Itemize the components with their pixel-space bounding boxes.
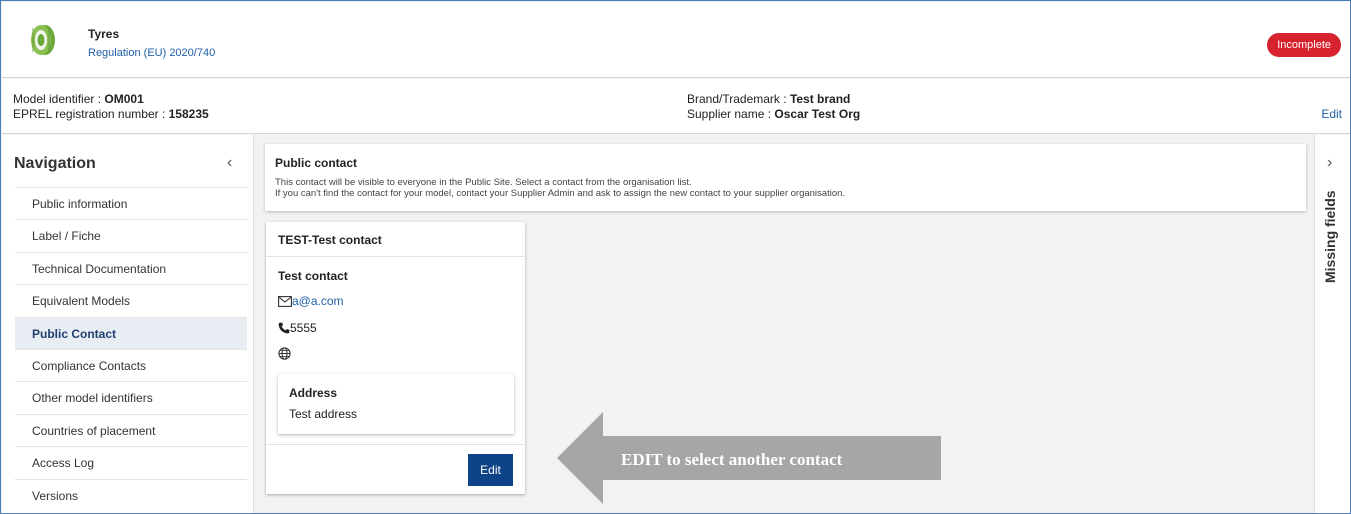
nav-item-equivalent-models[interactable]: Equivalent Models — [15, 284, 247, 316]
annotation-text: EDIT to select another contact — [621, 450, 843, 469]
notice-text-line-1: This contact will be visible to everyone… — [275, 177, 692, 188]
product-group-title: Tyres — [88, 27, 120, 41]
phone-icon — [278, 322, 290, 334]
registration-value: 158235 — [168, 107, 209, 121]
model-identifiers: Model identifier : OM001 EPREL registrat… — [13, 92, 209, 122]
expand-chevron-icon[interactable]: › — [1327, 154, 1332, 172]
edit-contact-button[interactable]: Edit — [468, 454, 513, 486]
address-title: Address — [289, 386, 338, 400]
contact-card: TEST-Test contact Test contact a@a.com 5… — [266, 222, 525, 494]
globe-icon — [278, 347, 291, 360]
nav-item-label-fiche[interactable]: Label / Fiche — [15, 219, 247, 251]
app-window: Tyres Regulation (EU) 2020/740 Incomplet… — [0, 0, 1351, 514]
status-badge: Incomplete — [1267, 33, 1341, 57]
public-contact-notice: Public contact This contact will be visi… — [265, 144, 1306, 211]
envelope-icon — [278, 295, 292, 307]
contact-email-row: a@a.com — [278, 294, 344, 308]
model-info-bar: Model identifier : OM001 EPREL registrat… — [2, 79, 1350, 134]
nav-item-access-log[interactable]: Access Log — [15, 446, 247, 478]
page-header: Tyres Regulation (EU) 2020/740 Incomplet… — [2, 2, 1350, 78]
contact-phone-value: 5555 — [290, 321, 317, 335]
contact-email-link[interactable]: a@a.com — [292, 294, 344, 308]
nav-item-other-model-identifiers[interactable]: Other model identifiers — [15, 381, 247, 413]
nav-item-public-contact[interactable]: Public Contact — [15, 316, 247, 349]
address-box: Address Test address — [278, 374, 514, 434]
brand-supplier-info: Brand/Trademark : Test brand Supplier na… — [687, 92, 860, 122]
contact-card-header: TEST-Test contact — [266, 222, 525, 257]
tyre-icon — [31, 25, 55, 55]
brand-value: Test brand — [789, 92, 851, 106]
supplier-label: Supplier name : — [687, 107, 775, 121]
model-identifier-label: Model identifier : — [13, 92, 105, 106]
navigation-sidebar: Navigation ‹ Public information Label / … — [2, 135, 254, 513]
missing-fields-panel: › Missing fields — [1314, 135, 1350, 513]
missing-fields-label[interactable]: Missing fields — [1322, 187, 1338, 283]
address-value: Test address — [289, 407, 358, 421]
nav-item-public-information[interactable]: Public information — [15, 187, 247, 219]
brand-label: Brand/Trademark : — [687, 92, 790, 106]
nav-item-technical-documentation[interactable]: Technical Documentation — [15, 251, 247, 284]
navigation-title: Navigation — [14, 155, 96, 172]
notice-text-line-2: If you can't find the contact for your m… — [275, 188, 846, 199]
contact-website-row — [278, 347, 291, 360]
collapse-chevron-icon[interactable]: ‹ — [227, 154, 232, 172]
nav-item-compliance-contacts[interactable]: Compliance Contacts — [15, 348, 247, 381]
contact-name: Test contact — [278, 269, 348, 283]
notice-title: Public contact — [275, 156, 358, 170]
edit-model-link[interactable]: Edit — [1321, 107, 1342, 121]
contact-phone-row: 5555 — [278, 321, 317, 335]
registration-label: EPREL registration number : — [13, 107, 169, 121]
model-identifier-value: OM001 — [104, 92, 144, 106]
regulation-link[interactable]: Regulation (EU) 2020/740 — [88, 47, 215, 59]
nav-item-versions[interactable]: Versions — [15, 478, 247, 511]
supplier-value: Oscar Test Org — [774, 107, 861, 121]
card-footer-divider — [266, 444, 525, 445]
nav-item-countries-of-placement[interactable]: Countries of placement — [15, 413, 247, 446]
navigation-list: Public information Label / Fiche Technic… — [15, 187, 247, 511]
